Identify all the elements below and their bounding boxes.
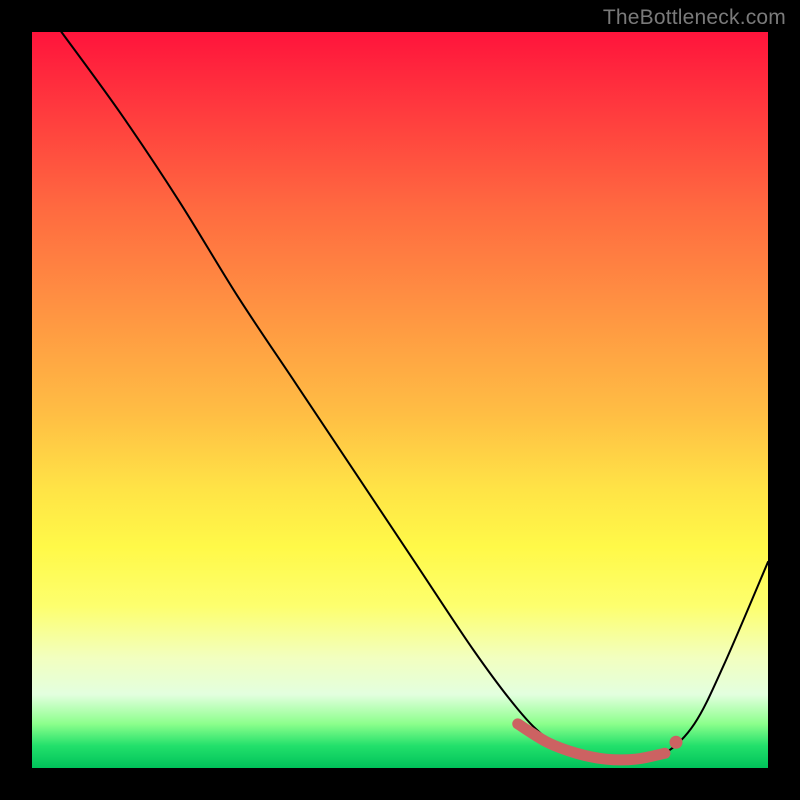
chart-svg: [32, 32, 768, 768]
chart-plot-area: [32, 32, 768, 768]
optimal-region-marker: [518, 724, 665, 760]
bottleneck-curve-line: [61, 32, 768, 762]
watermark-text: TheBottleneck.com: [603, 6, 786, 30]
optimal-end-dot: [670, 736, 683, 749]
